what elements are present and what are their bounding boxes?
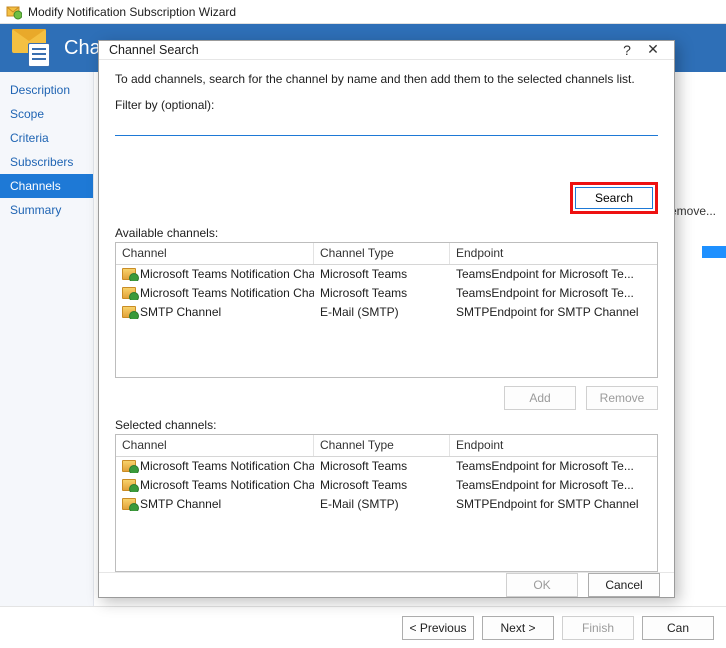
wizard-nav: DescriptionScopeCriteriaSubscribersChann… bbox=[0, 72, 94, 606]
cancel-dialog-button[interactable]: Cancel bbox=[588, 573, 660, 597]
add-button: Add bbox=[504, 386, 576, 410]
table-row[interactable]: SMTP Channel E-Mail (SMTP)SMTPEndpoint fo… bbox=[116, 303, 657, 322]
selected-channels-grid[interactable]: Channel Channel Type Endpoint Microsoft … bbox=[115, 434, 658, 572]
sidebar-item-scope[interactable]: Scope bbox=[0, 102, 93, 126]
wizard-app-icon bbox=[6, 4, 22, 20]
channel-endpoint: SMTPEndpoint for SMTP Channel bbox=[450, 305, 657, 319]
next-button[interactable]: Next > bbox=[482, 616, 554, 640]
wizard-titlebar: Modify Notification Subscription Wizard bbox=[0, 0, 726, 24]
channel-icon bbox=[122, 460, 136, 472]
channel-icon bbox=[122, 479, 136, 491]
channel-endpoint: TeamsEndpoint for Microsoft Te... bbox=[450, 286, 657, 300]
dialog-title-text: Channel Search bbox=[109, 43, 614, 57]
search-button[interactable]: Search bbox=[575, 187, 653, 209]
channel-name: Microsoft Teams Notification Chann... bbox=[140, 478, 314, 492]
channel-type: Microsoft Teams bbox=[314, 267, 450, 281]
channel-type: E-Mail (SMTP) bbox=[314, 305, 450, 319]
available-grid-header: Channel Channel Type Endpoint bbox=[116, 243, 657, 265]
col-endpoint[interactable]: Endpoint bbox=[450, 435, 657, 456]
table-row[interactable]: Microsoft Teams Notification ChannelMicr… bbox=[116, 265, 657, 284]
channel-name: Microsoft Teams Notification Chann... bbox=[140, 286, 314, 300]
channel-name: SMTP Channel bbox=[140, 305, 221, 319]
channel-icon bbox=[122, 268, 136, 280]
available-channels-label: Available channels: bbox=[115, 226, 658, 240]
col-channel[interactable]: Channel bbox=[116, 243, 314, 264]
table-row[interactable]: Microsoft Teams Notification Chann...Mic… bbox=[116, 284, 657, 303]
channel-name: SMTP Channel bbox=[140, 497, 221, 511]
channel-endpoint: SMTPEndpoint for SMTP Channel bbox=[450, 497, 657, 511]
channel-type: Microsoft Teams bbox=[314, 478, 450, 492]
sidebar-item-channels[interactable]: Channels bbox=[0, 174, 93, 198]
col-endpoint[interactable]: Endpoint bbox=[450, 243, 657, 264]
wizard-banner-title: Cha bbox=[64, 37, 101, 60]
col-channel[interactable]: Channel bbox=[116, 435, 314, 456]
sidebar-item-summary[interactable]: Summary bbox=[0, 198, 93, 222]
channel-icon bbox=[122, 498, 136, 510]
filter-input[interactable] bbox=[115, 114, 658, 136]
finish-button: Finish bbox=[562, 616, 634, 640]
selected-grid-header: Channel Channel Type Endpoint bbox=[116, 435, 657, 457]
help-icon[interactable]: ? bbox=[614, 42, 640, 58]
remove-button: Remove bbox=[586, 386, 658, 410]
wizard-title-text: Modify Notification Subscription Wizard bbox=[28, 5, 236, 19]
channel-name: Microsoft Teams Notification Channel bbox=[140, 459, 314, 473]
wizard-footer: < Previous Next > Finish Can bbox=[0, 606, 726, 648]
available-channels-grid[interactable]: Channel Channel Type Endpoint Microsoft … bbox=[115, 242, 658, 378]
channel-name: Microsoft Teams Notification Channel bbox=[140, 267, 314, 281]
channel-icon bbox=[122, 287, 136, 299]
table-row[interactable]: Microsoft Teams Notification ChannelMicr… bbox=[116, 457, 657, 476]
table-row[interactable]: SMTP Channel E-Mail (SMTP)SMTPEndpoint fo… bbox=[116, 495, 657, 514]
sidebar-item-criteria[interactable]: Criteria bbox=[0, 126, 93, 150]
sidebar-item-subscribers[interactable]: Subscribers bbox=[0, 150, 93, 174]
selection-strip bbox=[702, 246, 726, 258]
ok-button: OK bbox=[506, 573, 578, 597]
dialog-instructions: To add channels, search for the channel … bbox=[115, 72, 658, 86]
col-channel-type[interactable]: Channel Type bbox=[314, 435, 450, 456]
channel-icon bbox=[122, 306, 136, 318]
cancel-wizard-button[interactable]: Can bbox=[642, 616, 714, 640]
selected-channels-label: Selected channels: bbox=[115, 418, 658, 432]
channel-endpoint: TeamsEndpoint for Microsoft Te... bbox=[450, 478, 657, 492]
wizard-banner-icon bbox=[12, 29, 52, 67]
channel-type: E-Mail (SMTP) bbox=[314, 497, 450, 511]
sidebar-item-description[interactable]: Description bbox=[0, 78, 93, 102]
channel-endpoint: TeamsEndpoint for Microsoft Te... bbox=[450, 267, 657, 281]
search-highlight-box: Search bbox=[570, 182, 658, 214]
previous-button[interactable]: < Previous bbox=[402, 616, 474, 640]
dialog-titlebar: Channel Search ? ✕ bbox=[99, 41, 674, 60]
table-row[interactable]: Microsoft Teams Notification Chann...Mic… bbox=[116, 476, 657, 495]
channel-type: Microsoft Teams bbox=[314, 459, 450, 473]
channel-type: Microsoft Teams bbox=[314, 286, 450, 300]
channel-endpoint: TeamsEndpoint for Microsoft Te... bbox=[450, 459, 657, 473]
channel-search-dialog: Channel Search ? ✕ To add channels, sear… bbox=[98, 40, 675, 598]
filter-label: Filter by (optional): bbox=[115, 98, 658, 112]
close-icon[interactable]: ✕ bbox=[640, 41, 666, 58]
dialog-footer: OK Cancel bbox=[99, 572, 674, 597]
col-channel-type[interactable]: Channel Type bbox=[314, 243, 450, 264]
